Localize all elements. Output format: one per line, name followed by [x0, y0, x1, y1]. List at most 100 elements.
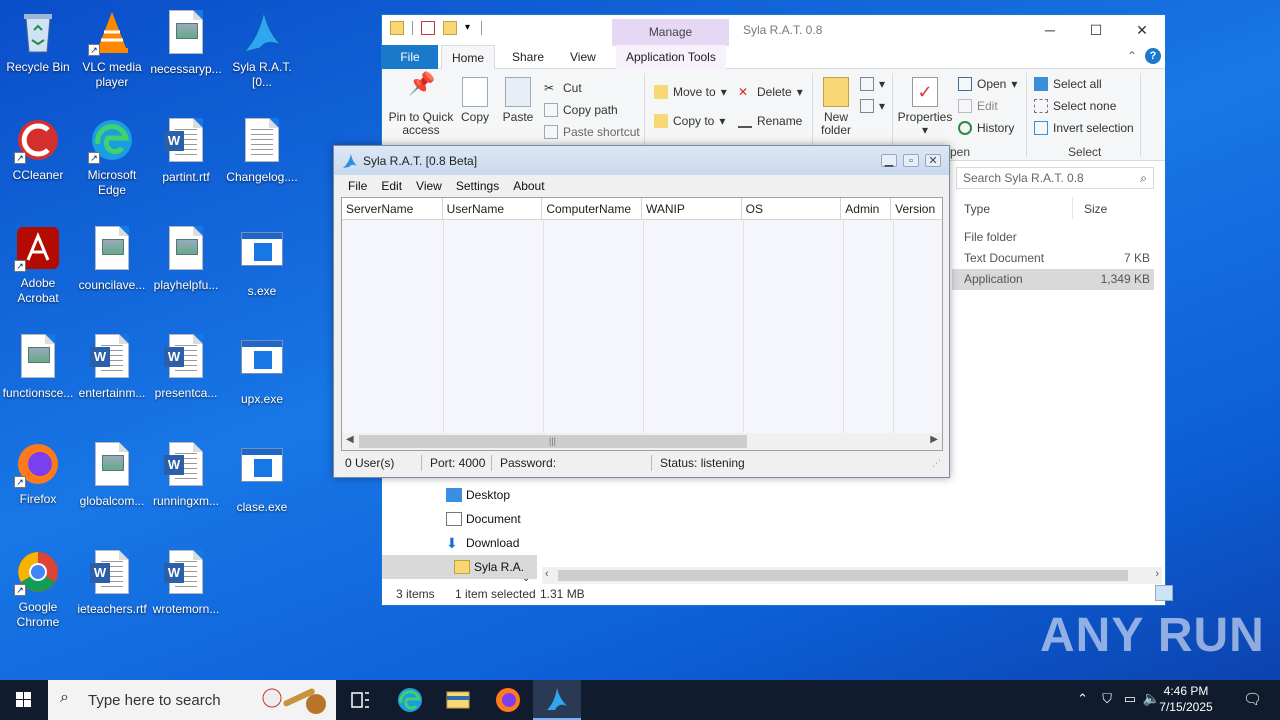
tab-view[interactable]: View	[560, 45, 606, 69]
taskbar-search-box[interactable]: ⌕ Type here to search	[48, 680, 336, 720]
file-row-selected[interactable]: Application 1,349 KB	[952, 269, 1154, 290]
properties-qat-icon[interactable]	[421, 21, 435, 35]
scroll-left-icon[interactable]: ‹	[545, 568, 549, 580]
copy-button[interactable]: Copy	[458, 75, 492, 124]
maximize-button[interactable]: ☐	[1073, 15, 1119, 45]
tab-home[interactable]: Home	[441, 45, 496, 69]
menu-about[interactable]: About	[506, 175, 551, 197]
taskbar-syla-rat[interactable]	[533, 680, 581, 720]
new-item-button[interactable]: ▾	[860, 75, 885, 93]
upx-exe-file[interactable]: upx.exe	[224, 332, 300, 407]
history-button[interactable]: History	[958, 119, 1017, 137]
select-none-button[interactable]: Select none	[1034, 97, 1134, 115]
manage-contextual-tab[interactable]: Manage	[612, 19, 729, 46]
large-icons-view-icon[interactable]	[1155, 585, 1173, 601]
taskbar-firefox[interactable]	[484, 680, 532, 720]
network-icon[interactable]: ▭	[1124, 691, 1136, 707]
menu-view[interactable]: View	[409, 175, 449, 197]
taskbar-edge[interactable]	[386, 680, 434, 720]
minimize-button[interactable]: ▁	[881, 154, 897, 167]
presentca-file[interactable]: W presentca...	[148, 332, 224, 401]
tab-application-tools[interactable]: Application Tools	[616, 45, 726, 69]
easy-access-button[interactable]: ▾	[860, 97, 885, 115]
maximize-button[interactable]: ▫	[903, 154, 919, 167]
rename-button[interactable]: Rename	[738, 112, 803, 130]
close-button[interactable]: ✕	[1119, 15, 1165, 45]
menu-file[interactable]: File	[341, 175, 374, 197]
nav-item-desktop[interactable]: Desktop	[382, 483, 537, 507]
scroll-right-icon[interactable]: ›	[1155, 568, 1159, 580]
menu-settings[interactable]: Settings	[449, 175, 506, 197]
column-version[interactable]: Version	[891, 198, 942, 219]
minimize-button[interactable]: ─	[1027, 15, 1073, 45]
edge-shortcut[interactable]: ↗ Microsoft Edge	[74, 116, 150, 198]
column-admin[interactable]: Admin	[841, 198, 892, 219]
paste-button[interactable]: Paste	[500, 75, 536, 124]
vlc-shortcut[interactable]: ↗ VLC media player	[74, 8, 150, 90]
customize-qat-icon[interactable]: ▾	[465, 21, 473, 35]
functionsce-file[interactable]: functionsce...	[0, 332, 76, 401]
nav-item-documents[interactable]: Document	[382, 507, 537, 531]
playhelpfu-file[interactable]: playhelpfu...	[148, 224, 224, 293]
collapse-ribbon-icon[interactable]: ⌃	[1127, 49, 1137, 63]
taskbar-file-explorer[interactable]	[434, 680, 482, 720]
column-type[interactable]: Type	[964, 202, 990, 216]
edit-button[interactable]: Edit	[958, 97, 1017, 115]
recycle-bin-shortcut[interactable]: Recycle Bin	[0, 8, 76, 75]
help-icon[interactable]: ?	[1145, 48, 1161, 64]
ccleaner-shortcut[interactable]: ↗ CCleaner	[0, 116, 76, 183]
invert-selection-button[interactable]: Invert selection	[1034, 119, 1134, 137]
s-exe-file[interactable]: s.exe	[224, 224, 300, 299]
new-folder-qat-icon[interactable]	[443, 21, 457, 35]
notifications-icon[interactable]: 🗨	[1243, 690, 1262, 708]
adobe-acrobat-shortcut[interactable]: ↗ Adobe Acrobat	[0, 224, 76, 306]
task-view-button[interactable]	[336, 680, 384, 720]
horizontal-scrollbar[interactable]: ‹ ›	[542, 567, 1162, 584]
clase-exe-file[interactable]: clase.exe	[224, 440, 300, 515]
tab-share[interactable]: Share	[502, 45, 554, 69]
file-row[interactable]: File folder	[952, 227, 1154, 248]
column-size[interactable]: Size	[1084, 202, 1107, 216]
clock[interactable]: 4:46 PM 7/15/2025	[1150, 683, 1222, 715]
column-computername[interactable]: ComputerName	[542, 198, 642, 219]
runningxm-file[interactable]: W runningxm...	[148, 440, 224, 509]
scrollbar-thumb[interactable]	[558, 570, 1128, 581]
list-horizontal-scrollbar[interactable]: ◀ ||| ▶	[342, 433, 942, 450]
resize-grip-icon[interactable]: ⋰	[932, 452, 941, 474]
nav-item-downloads[interactable]: ⬇ Download	[382, 531, 537, 555]
scroll-left-icon[interactable]: ◀	[346, 434, 354, 445]
column-wanip[interactable]: WANIP	[642, 198, 742, 219]
column-servername[interactable]: ServerName	[342, 198, 443, 219]
google-chrome-shortcut[interactable]: ↗ Google Chrome	[0, 548, 76, 630]
copy-to-button[interactable]: Copy to ▾	[654, 112, 727, 130]
scroll-right-icon[interactable]: ▶	[930, 434, 938, 445]
file-row[interactable]: Text Document 7 KB	[952, 248, 1154, 269]
firefox-shortcut[interactable]: ↗ Firefox	[0, 440, 76, 507]
menu-edit[interactable]: Edit	[374, 175, 409, 197]
changelog-file[interactable]: Changelog....	[224, 116, 300, 185]
wrotemorn-file[interactable]: W wrotemorn...	[148, 548, 224, 617]
select-all-button[interactable]: Select all	[1034, 75, 1134, 93]
start-button[interactable]	[0, 680, 48, 720]
client-list-view[interactable]: ServerName UserName ComputerName WANIP O…	[341, 197, 943, 451]
delete-button[interactable]: ✕ Delete ▾	[738, 83, 803, 101]
column-os[interactable]: OS	[742, 198, 842, 219]
necessaryp-file[interactable]: necessaryp...	[148, 8, 224, 77]
syla-rat-shortcut[interactable]: Syla R.A.T.[0...	[224, 8, 300, 90]
entertainm-file[interactable]: W entertainm...	[74, 332, 150, 401]
partint-file[interactable]: W partint.rtf	[148, 116, 224, 185]
defender-icon[interactable]: ⛉	[1102, 691, 1112, 707]
paste-shortcut-button[interactable]: Paste shortcut	[544, 123, 640, 141]
new-folder-button[interactable]: New folder	[816, 75, 856, 137]
ieteachers-file[interactable]: W ieteachers.rtf	[74, 548, 150, 617]
pin-quick-access-button[interactable]: 📌 Pin to Quick access	[388, 73, 454, 137]
move-to-button[interactable]: Move to ▾	[654, 83, 727, 101]
copy-path-button[interactable]: Copy path	[544, 101, 640, 119]
close-button[interactable]: ✕	[925, 154, 941, 167]
nav-item-syla-rat[interactable]: Syla R.A.	[382, 555, 537, 579]
search-input[interactable]: Search Syla R.A.T. 0.8 ⌕	[956, 167, 1154, 189]
tab-file[interactable]: File	[382, 45, 438, 69]
globalcom-file[interactable]: globalcom...	[74, 440, 150, 509]
properties-button[interactable]: ✓ Properties ▾	[896, 75, 954, 137]
show-hidden-icons-chevron-icon[interactable]: ⌃	[1077, 691, 1088, 707]
